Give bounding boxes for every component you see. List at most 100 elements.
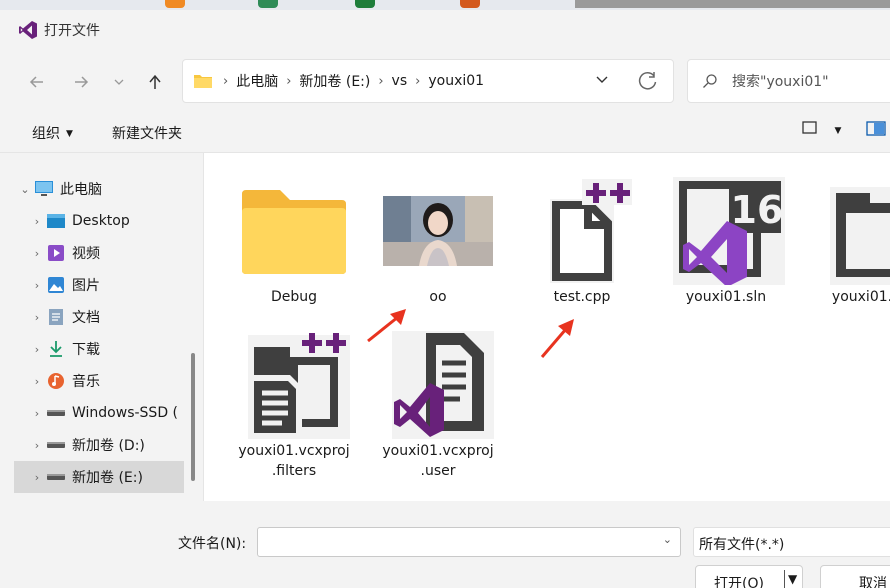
search-input[interactable]: 搜索"youxi01" [732, 71, 829, 91]
file-item-youxi01-vcxproj-user[interactable]: youxi01.vcxproj .user [366, 329, 510, 481]
open-button[interactable]: 打开(O) ▼ [695, 565, 803, 588]
taskbar-app-icon[interactable] [258, 0, 278, 8]
sidebar-item-label: 此电脑 [60, 182, 102, 198]
breadcrumb-separator: › [378, 73, 384, 89]
folder-icon [194, 75, 212, 88]
refresh-icon[interactable] [637, 70, 659, 92]
taskbar-background-window [575, 0, 890, 8]
taskbar-app-icon[interactable] [355, 0, 375, 8]
sidebar-item-label: 图片 [72, 278, 100, 294]
filename-label: 文件名(N): [178, 536, 247, 552]
sidebar-item-videos[interactable]: › 视频 [28, 237, 200, 269]
file-item-label: youxi01.vcxproj .filters [238, 443, 350, 479]
drive-icon [46, 468, 66, 486]
breadcrumb-youxi01[interactable]: youxi01 [428, 73, 484, 89]
breadcrumb-separator: › [223, 73, 229, 89]
chevron-right-icon[interactable]: › [28, 247, 46, 260]
caret-down-icon: ▼ [834, 126, 842, 136]
command-bar: 组织 ▼ 新建文件夹 ▼ [0, 115, 890, 151]
cpp-file-icon [550, 179, 632, 283]
vs-solution-icon: 16 [673, 177, 785, 285]
music-icon [46, 372, 66, 390]
navigation-row: › 此电脑 › 新加卷 (E:) › vs › youxi01 搜索"youxi… [0, 55, 890, 111]
taskbar-app-icon[interactable] [165, 0, 185, 8]
breadcrumb-this-pc[interactable]: 此电脑 [236, 71, 278, 91]
chevron-down-icon [114, 79, 124, 85]
breadcrumb-separator: › [286, 73, 292, 89]
chevron-down-icon[interactable]: ⌄ [16, 183, 34, 196]
breadcrumb-separator: › [415, 73, 421, 89]
computer-icon [34, 180, 54, 198]
dialog-footer: 文件名(N): ⌄ 所有文件(*.*) 打开(O) ▼ 取消 [0, 501, 890, 588]
chevron-down-icon[interactable]: ⌄ [663, 533, 672, 546]
sidebar-item-documents[interactable]: › 文档 [28, 301, 200, 333]
sidebar-item-windows-ssd[interactable]: › Windows-SSD ( [28, 397, 200, 429]
view-options-button[interactable]: ▼ [802, 121, 841, 139]
search-box[interactable]: 搜索"youxi01" [687, 59, 890, 103]
file-item-test-cpp[interactable]: test.cpp [510, 175, 654, 307]
new-folder-button[interactable]: 新建文件夹 [112, 123, 182, 143]
sidebar-item-downloads[interactable]: › 下载 [28, 333, 200, 365]
chevron-right-icon[interactable]: › [28, 407, 46, 420]
file-item-label: Debug [270, 289, 318, 305]
file-item-youxi01-vcxproj-filters[interactable]: youxi01.vcxproj .filters [222, 329, 366, 481]
forward-button[interactable] [66, 67, 96, 97]
sidebar-item-pictures[interactable]: › 图片 [28, 269, 200, 301]
recent-locations-button[interactable] [104, 67, 134, 97]
address-history-button[interactable] [595, 72, 609, 90]
filename-field[interactable]: ⌄ [257, 527, 681, 557]
chevron-right-icon[interactable]: › [28, 439, 46, 452]
open-button-label: 打开(O) [714, 576, 764, 588]
sidebar-item-label: Desktop [72, 213, 130, 229]
file-item-youxi01-sln[interactable]: 16 youxi01.sln [654, 175, 798, 307]
breadcrumb-vs[interactable]: vs [392, 73, 408, 89]
arrow-up-icon [149, 74, 161, 89]
up-button[interactable] [140, 67, 170, 97]
sidebar-item-label: 音乐 [72, 374, 100, 390]
sidebar-item-drive-d[interactable]: › 新加卷 (D:) [28, 429, 200, 461]
file-item-label: test.cpp [553, 289, 611, 305]
download-icon [46, 340, 66, 358]
organize-menu-button[interactable]: 组织 ▼ [32, 123, 73, 143]
chevron-down-icon [596, 76, 608, 83]
chevron-right-icon[interactable]: › [28, 375, 46, 388]
taskbar-strip [0, 0, 890, 10]
taskbar-app-icon[interactable] [460, 0, 480, 8]
back-button[interactable] [22, 67, 52, 97]
sidebar-scrollbar[interactable] [191, 353, 195, 481]
file-list: Debug oo test.cpp 16 youxi01.sln youxi01… [204, 153, 890, 501]
vcxproj-icon [830, 187, 890, 285]
file-item-label: youxi01.sln [685, 289, 767, 305]
arrow-left-icon [29, 76, 43, 88]
file-item-debug[interactable]: Debug [222, 175, 366, 307]
video-icon [46, 244, 66, 262]
search-icon [703, 74, 717, 88]
chevron-right-icon[interactable]: › [28, 215, 46, 228]
sidebar-item-drive-e[interactable]: › 新加卷 (E:) [14, 461, 184, 493]
file-item-oo[interactable]: oo [366, 175, 510, 307]
sidebar-item-desktop[interactable]: › Desktop [28, 205, 200, 237]
sidebar-item-label: 下载 [72, 342, 100, 358]
chevron-right-icon[interactable]: › [28, 311, 46, 324]
file-item-label: youxi01.vc [831, 289, 890, 305]
filters-file-icon [248, 333, 350, 439]
window-title: 打开文件 [44, 23, 100, 39]
preview-pane-button[interactable] [866, 121, 886, 141]
cancel-button[interactable]: 取消 [820, 565, 890, 588]
sidebar-item-music[interactable]: › 音乐 [28, 365, 200, 397]
sidebar-item-this-pc[interactable]: ⌄ 此电脑 [16, 173, 200, 205]
chevron-right-icon[interactable]: › [28, 279, 46, 292]
filetype-select[interactable]: 所有文件(*.*) [693, 527, 890, 557]
desktop-icon [46, 212, 66, 230]
image-thumbnail [383, 196, 493, 266]
caret-down-icon[interactable]: ▼ [788, 572, 797, 586]
drive-icon [46, 404, 66, 422]
breadcrumb-drive-e[interactable]: 新加卷 (E:) [299, 71, 370, 91]
chevron-right-icon[interactable]: › [28, 343, 46, 356]
title-bar: 打开文件 [0, 10, 890, 50]
annotation-arrow [540, 319, 574, 358]
visual-studio-icon [19, 21, 37, 39]
file-item-youxi01-vcxproj[interactable]: youxi01.vc [798, 175, 890, 307]
address-bar[interactable]: › 此电脑 › 新加卷 (E:) › vs › youxi01 [182, 59, 674, 103]
chevron-right-icon[interactable]: › [28, 471, 46, 484]
